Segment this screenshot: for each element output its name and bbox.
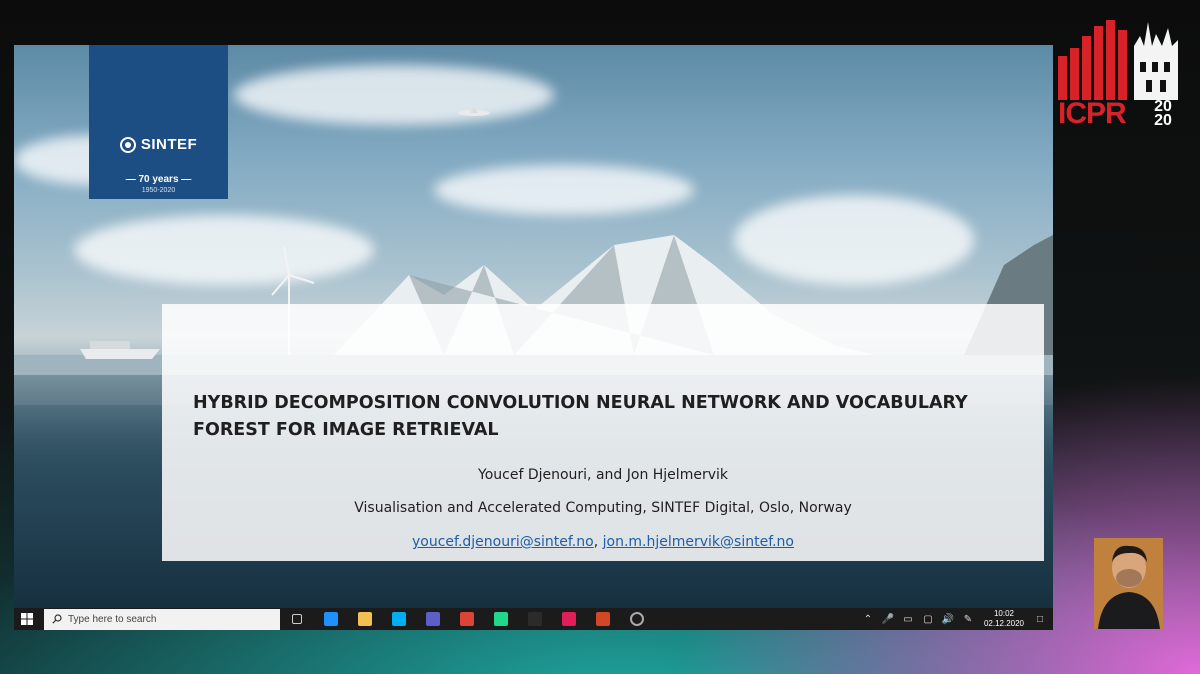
taskbar-app-powerpoint[interactable] [586, 608, 620, 630]
taskbar-app-slack[interactable] [552, 608, 586, 630]
battery-icon[interactable]: ▭ [901, 614, 915, 625]
email-link-djenouri[interactable]: youcef.djenouri@sintef.no [412, 534, 594, 550]
taskbar-apps [280, 608, 654, 630]
search-placeholder: Type here to search [68, 613, 157, 625]
volume-icon[interactable]: 🔊 [941, 614, 955, 625]
chevron-up-icon[interactable]: ⌃ [861, 614, 875, 625]
slide-emails: youcef.djenouri@sintef.no, jon.m.hjelmer… [162, 534, 1044, 550]
sintef-logo-block: SINTEF — 70 years — 1950-2020 [89, 45, 228, 199]
slack-icon [562, 612, 576, 626]
ship-illustration [80, 341, 160, 359]
start-button[interactable] [14, 608, 40, 630]
windows-logo-icon [21, 613, 33, 625]
chrome-icon [460, 612, 474, 626]
edge-icon [324, 612, 338, 626]
system-tray: ⌃ 🎤 ▭ ▢ 🔊 ✎ 10:02 02.12.2020 □ [861, 608, 1053, 630]
presenter-webcam [1094, 538, 1163, 629]
taskbar-app-chrome[interactable] [450, 608, 484, 630]
taskbar-clock[interactable]: 10:02 02.12.2020 [981, 609, 1027, 629]
taskbar-app-terminal[interactable] [518, 608, 552, 630]
terminal-icon [528, 612, 542, 626]
powerpoint-icon [596, 612, 610, 626]
taskbar-app-teams[interactable] [416, 608, 450, 630]
title-panel: HYBRID DECOMPOSITION CONVOLUTION NEURAL … [162, 304, 1044, 561]
taskbar-search-box[interactable]: Type here to search [44, 608, 280, 630]
search-icon [52, 614, 62, 624]
notifications-icon[interactable]: □ [1033, 614, 1047, 625]
icpr-logo-text: ICPR [1058, 97, 1127, 130]
task-view-icon [292, 614, 302, 624]
sintef-logo: SINTEF [89, 136, 228, 153]
cloud [234, 65, 554, 125]
slide-title: HYBRID DECOMPOSITION CONVOLUTION NEURAL … [193, 393, 968, 440]
taskbar-app-edge[interactable] [314, 608, 348, 630]
sintef-logo-icon [119, 136, 136, 153]
sintef-anniversary-range: 1950-2020 [141, 187, 176, 194]
taskbar-app-cortana[interactable] [620, 608, 654, 630]
taskbar-app-skype[interactable] [382, 608, 416, 630]
email-link-hjelmervik[interactable]: jon.m.hjelmervik@sintef.no [603, 534, 794, 550]
teams-icon [426, 612, 440, 626]
pen-icon[interactable]: ✎ [961, 614, 975, 625]
sintef-logo-text: SINTEF [140, 136, 198, 153]
email-separator: , [593, 534, 603, 550]
file-explorer-icon [358, 612, 372, 626]
taskbar-app-pycharm[interactable] [484, 608, 518, 630]
sintef-anniversary: — 70 years — [125, 174, 192, 185]
taskbar-app-task-view[interactable] [280, 608, 314, 630]
slide-authors: Youcef Djenouri, and Jon Hjelmervik [478, 467, 728, 483]
presentation-slide: SINTEF — 70 years — 1950-2020 HYBRID DEC… [14, 45, 1053, 608]
taskbar-app-file-explorer[interactable] [348, 608, 382, 630]
network-icon[interactable]: ▢ [921, 614, 935, 625]
skype-icon [392, 612, 406, 626]
cortana-icon [630, 612, 644, 626]
airplane-illustration [458, 107, 490, 116]
pycharm-icon [494, 612, 508, 626]
clock-date: 02.12.2020 [983, 619, 1025, 628]
icpr-logo-year: 20 20 [1154, 98, 1172, 129]
windows-taskbar: Type here to search ⌃ 🎤 ▭ ▢ 🔊 ✎ 10:02 02… [14, 608, 1053, 630]
slide-affiliation: Visualisation and Accelerated Computing,… [354, 500, 852, 516]
microphone-icon[interactable]: 🎤 [881, 614, 895, 625]
clock-time: 10:02 [993, 609, 1015, 618]
presenter-avatar [1094, 538, 1163, 629]
